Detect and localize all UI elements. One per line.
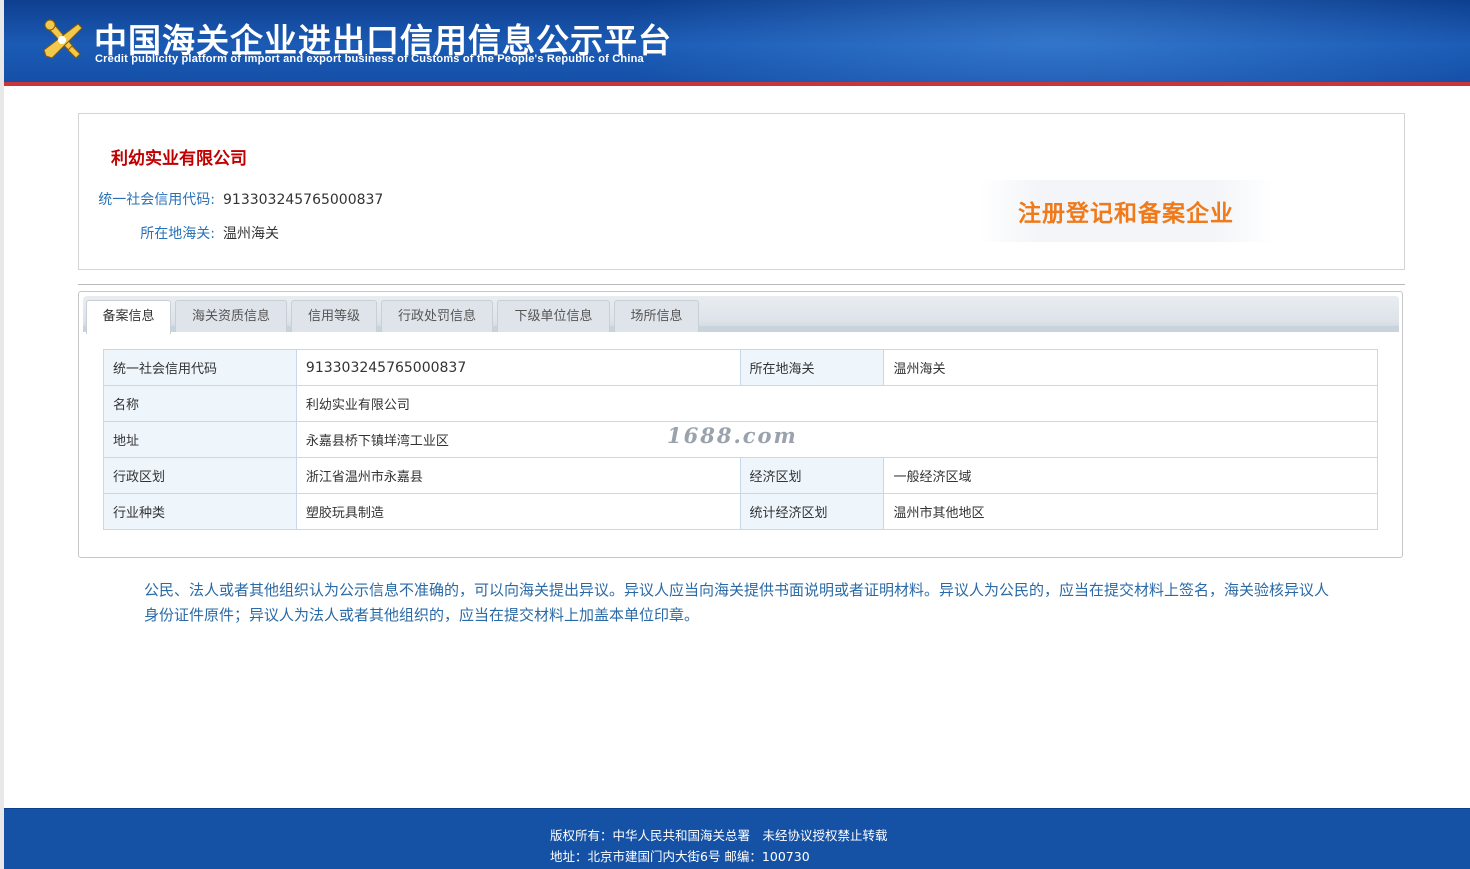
credit-code-row: 统一社会信用代码: 913303245765000837 (83, 189, 383, 209)
company-name: 利幼实业有限公司 (111, 149, 247, 169)
table-row: 行政区划 浙江省温州市永嘉县 经济区划 一般经济区域 (103, 457, 1378, 494)
tab-filing-info[interactable]: 备案信息 (86, 300, 171, 334)
credit-code-label: 统一社会信用代码: (98, 192, 215, 208)
table-key: 统一社会信用代码 (103, 349, 297, 386)
site-header: 中国海关企业进出口信用信息公示平台 Credit publicity platf… (4, 0, 1470, 86)
customs-emblem-icon (43, 19, 83, 59)
table-key: 行政区划 (103, 457, 297, 494)
registration-badge: 注册登记和备案企业 (979, 180, 1273, 242)
tab-subordinate-units[interactable]: 下级单位信息 (497, 300, 610, 332)
table-value: 浙江省温州市永嘉县 (295, 457, 741, 494)
section-divider (78, 284, 1405, 285)
table-value: 温州海关 (883, 349, 1378, 386)
badge-text: 注册登记和备案企业 (1018, 201, 1234, 227)
table-key: 统计经济区划 (739, 493, 885, 530)
table-key: 所在地海关 (739, 349, 885, 386)
credit-code-value: 913303245765000837 (223, 192, 384, 208)
tab-administrative-penalty[interactable]: 行政处罚信息 (381, 300, 493, 332)
table-row: 统一社会信用代码 913303245765000837 所在地海关 温州海关 (103, 349, 1378, 386)
tab-credit-rating[interactable]: 信用等级 (291, 300, 377, 332)
window-edge (0, 0, 4, 869)
table-value: 一般经济区域 (883, 457, 1378, 494)
watermark: 1688.com (667, 423, 798, 448)
table-value: 塑胶玩具制造 (295, 493, 741, 530)
table-row: 行业种类 塑胶玩具制造 统计经济区划 温州市其他地区 (103, 493, 1378, 530)
table-value: 913303245765000837 (295, 349, 741, 386)
table-key: 经济区划 (739, 457, 885, 494)
table-value: 温州市其他地区 (883, 493, 1378, 530)
site-footer: 版权所有：中华人民共和国海关总署 未经协议授权禁止转载 地址：北京市建国门内大街… (4, 808, 1470, 869)
objection-notice: 公民、法人或者其他组织认为公示信息不准确的，可以向海关提出异议。异议人应当向海关… (144, 581, 1330, 624)
table-value: 利幼实业有限公司 (295, 385, 1379, 422)
table-row: 名称 利幼实业有限公司 (103, 385, 1379, 422)
site-subtitle: Credit publicity platform of import and … (95, 53, 644, 65)
table-key: 地址 (103, 421, 297, 458)
footer-copyright: 版权所有：中华人民共和国海关总署 未经协议授权禁止转载 (550, 828, 888, 843)
customs-value: 温州海关 (223, 226, 279, 242)
footer-address: 地址：北京市建国门内大街6号 邮编：100730 (550, 849, 810, 864)
table-value: 永嘉县桥下镇垟湾工业区 (295, 421, 1379, 458)
tab-panel: 备案信息 海关资质信息 信用等级 行政处罚信息 下级单位信息 场所信息 统一社会… (78, 291, 1403, 558)
tab-customs-qualification[interactable]: 海关资质信息 (175, 300, 287, 332)
company-summary-card: 利幼实业有限公司 统一社会信用代码: 913303245765000837 所在地… (78, 113, 1405, 270)
customs-label: 所在地海关: (140, 226, 215, 242)
customs-row: 所在地海关: 温州海关 (83, 223, 279, 243)
table-key: 行业种类 (103, 493, 297, 530)
tab-premises-info[interactable]: 场所信息 (614, 300, 699, 332)
header-glow (604, 0, 1470, 82)
table-key: 名称 (103, 385, 297, 422)
